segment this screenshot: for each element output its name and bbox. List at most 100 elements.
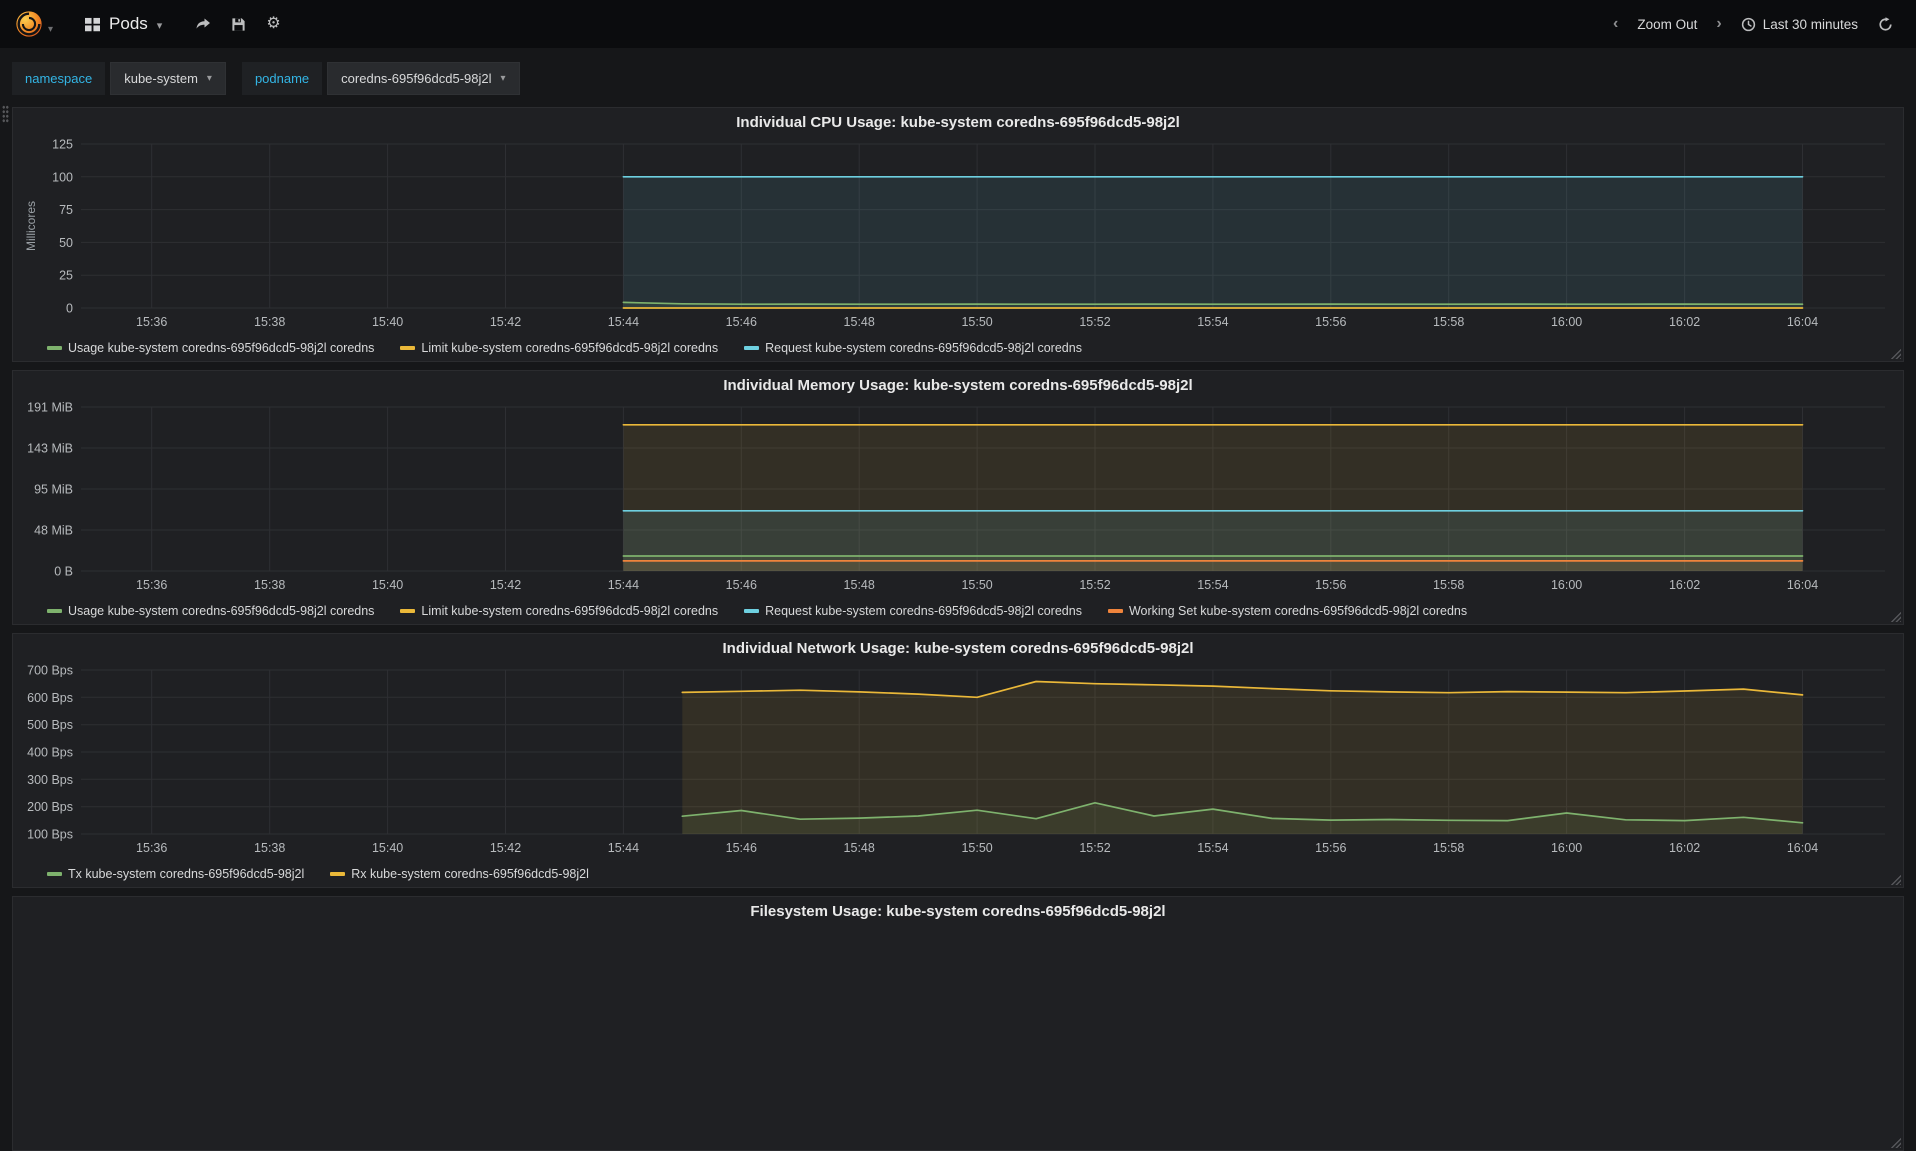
cpu-usage-chart-plot[interactable]: 15:36 15:38 15:40 15:42 15:44 15:46 15:48 15:50… <box>23 136 1893 334</box>
filesystem-usage-legend <box>47 1127 1903 1147</box>
time-shift-forward-button[interactable]: › <box>1708 11 1729 37</box>
svg-text:600 Bps: 600 Bps <box>27 691 73 705</box>
legend-item[interactable]: Rx kube-system coredns-695f96dcd5-98j2l <box>330 867 589 881</box>
panel-title[interactable]: Individual Network Usage: kube-system co… <box>13 634 1903 662</box>
filesystem-usage-chart-plot[interactable] <box>23 925 1893 1123</box>
legend-item[interactable]: Tx kube-system coredns-695f96dcd5-98j2l <box>47 867 304 881</box>
svg-text:16:04: 16:04 <box>1787 315 1818 329</box>
svg-text:15:58: 15:58 <box>1433 315 1464 329</box>
svg-text:15:54: 15:54 <box>1197 841 1228 855</box>
dashboard-body: Individual CPU Usage: kube-system coredn… <box>0 95 1916 1151</box>
variable-podname-label: podname <box>241 62 323 95</box>
memory-usage-chart[interactable]: 15:36 15:38 15:40 15:42 15:44 15:46 15:48 15:50… <box>13 399 1903 597</box>
svg-text:48 MiB: 48 MiB <box>34 524 73 538</box>
logo-caret-down-icon: ▾ <box>48 24 54 35</box>
caret-down-icon: ▾ <box>500 73 506 84</box>
chevron-right-icon: › <box>1716 15 1722 32</box>
variable-podname: podname coredns-695f96dcd5-98j2l ▾ <box>241 62 520 95</box>
svg-text:16:04: 16:04 <box>1787 841 1818 855</box>
svg-text:15:50: 15:50 <box>961 315 992 329</box>
legend-item[interactable]: Limit kube-system coredns-695f96dcd5-98j… <box>400 604 718 618</box>
series-name-label: Working Set kube-system coredns-695f96dc… <box>1128 604 1468 618</box>
network-usage-chart-plot[interactable]: 15:36 15:38 15:40 15:42 15:44 15:46 15:48 15:50… <box>23 662 1893 860</box>
clock-icon <box>1741 17 1755 31</box>
save-icon <box>232 17 245 31</box>
save-button[interactable] <box>222 10 255 39</box>
variable-namespace-value[interactable]: kube-system ▾ <box>110 62 226 95</box>
svg-text:300 Bps: 300 Bps <box>27 773 73 787</box>
svg-text:15:42: 15:42 <box>490 578 521 592</box>
settings-button[interactable]: ⚙ <box>257 9 289 39</box>
legend-item[interactable]: Request kube-system coredns-695f96dcd5-9… <box>744 341 1082 355</box>
filesystem-usage-chart[interactable] <box>13 925 1903 1123</box>
panel-title[interactable]: Individual Memory Usage: kube-system cor… <box>13 371 1903 399</box>
svg-text:700 Bps: 700 Bps <box>27 664 73 678</box>
series-color-swatch <box>47 609 62 613</box>
svg-text:200 Bps: 200 Bps <box>27 800 73 814</box>
variable-podname-value[interactable]: coredns-695f96dcd5-98j2l ▾ <box>327 62 520 95</box>
svg-text:16:00: 16:00 <box>1551 578 1582 592</box>
memory-usage-chart-plot[interactable]: 15:36 15:38 15:40 15:42 15:44 15:46 15:48 15:50… <box>23 399 1893 597</box>
svg-text:15:46: 15:46 <box>726 841 757 855</box>
svg-text:15:48: 15:48 <box>844 578 875 592</box>
series-color-swatch <box>47 872 62 876</box>
series-name-label: Usage kube-system coredns-695f96dcd5-98j… <box>68 604 375 618</box>
svg-text:15:58: 15:58 <box>1433 841 1464 855</box>
grafana-logo[interactable]: ▾ <box>14 9 53 39</box>
legend-item[interactable]: Usage kube-system coredns-695f96dcd5-98j… <box>47 341 374 355</box>
navbar-right: ‹ Zoom Out › Last 30 minutes <box>1605 10 1902 39</box>
svg-text:16:04: 16:04 <box>1787 578 1818 592</box>
panel-individual-cpu-usage: Individual CPU Usage: kube-system coredn… <box>12 107 1904 362</box>
legend-item[interactable]: Usage kube-system coredns-695f96dcd5-98j… <box>47 604 374 618</box>
time-shift-back-button[interactable]: ‹ <box>1605 11 1626 37</box>
svg-text:15:36: 15:36 <box>136 315 167 329</box>
series-color-swatch <box>400 346 416 350</box>
svg-text:500 Bps: 500 Bps <box>27 718 73 732</box>
legend-item[interactable]: Limit kube-system coredns-695f96dcd5-98j… <box>400 341 718 355</box>
dashboard-title: Pods <box>109 14 148 33</box>
series-name-label: Rx kube-system coredns-695f96dcd5-98j2l <box>351 867 589 881</box>
legend-item[interactable]: Working Set kube-system coredns-695f96dc… <box>1107 604 1468 618</box>
svg-text:15:38: 15:38 <box>254 315 285 329</box>
svg-text:75: 75 <box>59 203 73 217</box>
series-color-swatch <box>744 609 760 613</box>
svg-text:15:40: 15:40 <box>372 578 403 592</box>
svg-text:15:42: 15:42 <box>490 315 521 329</box>
row-drag-handle[interactable] <box>2 105 9 123</box>
svg-text:15:36: 15:36 <box>136 841 167 855</box>
svg-text:0: 0 <box>66 302 73 316</box>
svg-text:15:56: 15:56 <box>1315 841 1346 855</box>
gear-icon: ⚙ <box>266 15 281 32</box>
variable-namespace-label: namespace <box>12 62 106 95</box>
svg-text:15:56: 15:56 <box>1315 315 1346 329</box>
variable-podname-current: coredns-695f96dcd5-98j2l <box>341 71 492 86</box>
panel-individual-memory-usage: Individual Memory Usage: kube-system cor… <box>12 370 1904 625</box>
navbar-left: ▾ Pods ▾ ⚙ <box>14 0 290 48</box>
svg-text:16:00: 16:00 <box>1551 315 1582 329</box>
time-range-picker[interactable]: Last 30 minutes <box>1732 10 1867 39</box>
svg-text:15:48: 15:48 <box>844 315 875 329</box>
svg-text:15:52: 15:52 <box>1079 315 1110 329</box>
svg-text:125: 125 <box>52 138 73 152</box>
time-range-label: Last 30 minutes <box>1762 16 1858 32</box>
panel-individual-network-usage: Individual Network Usage: kube-system co… <box>12 633 1904 888</box>
variable-namespace: namespace kube-system ▾ <box>12 62 226 95</box>
panel-filesystem-usage: Filesystem Usage: kube-system coredns-69… <box>12 896 1904 1151</box>
cpu-usage-chart[interactable]: 15:36 15:38 15:40 15:42 15:44 15:46 15:48 15:50… <box>13 136 1903 334</box>
network-usage-chart[interactable]: 15:36 15:38 15:40 15:42 15:44 15:46 15:48 15:50… <box>13 662 1903 860</box>
refresh-button[interactable] <box>1869 10 1902 39</box>
refresh-icon <box>1879 16 1892 31</box>
variable-namespace-current: kube-system <box>124 71 198 86</box>
zoom-out-button[interactable]: Zoom Out <box>1628 10 1706 39</box>
panel-title[interactable]: Filesystem Usage: kube-system coredns-69… <box>13 897 1903 925</box>
zoom-out-label: Zoom Out <box>1637 16 1698 32</box>
panel-title[interactable]: Individual CPU Usage: kube-system coredn… <box>13 108 1903 136</box>
svg-text:16:02: 16:02 <box>1669 578 1700 592</box>
series-name-label: Request kube-system coredns-695f96dcd5-9… <box>765 604 1082 618</box>
share-button[interactable] <box>186 9 220 39</box>
legend-item[interactable]: Request kube-system coredns-695f96dcd5-9… <box>744 604 1082 618</box>
svg-text:25: 25 <box>59 269 73 283</box>
dashboard-picker[interactable]: Pods ▾ <box>71 0 176 48</box>
series-name-label: Limit kube-system coredns-695f96dcd5-98j… <box>421 341 719 355</box>
svg-text:15:38: 15:38 <box>254 578 285 592</box>
